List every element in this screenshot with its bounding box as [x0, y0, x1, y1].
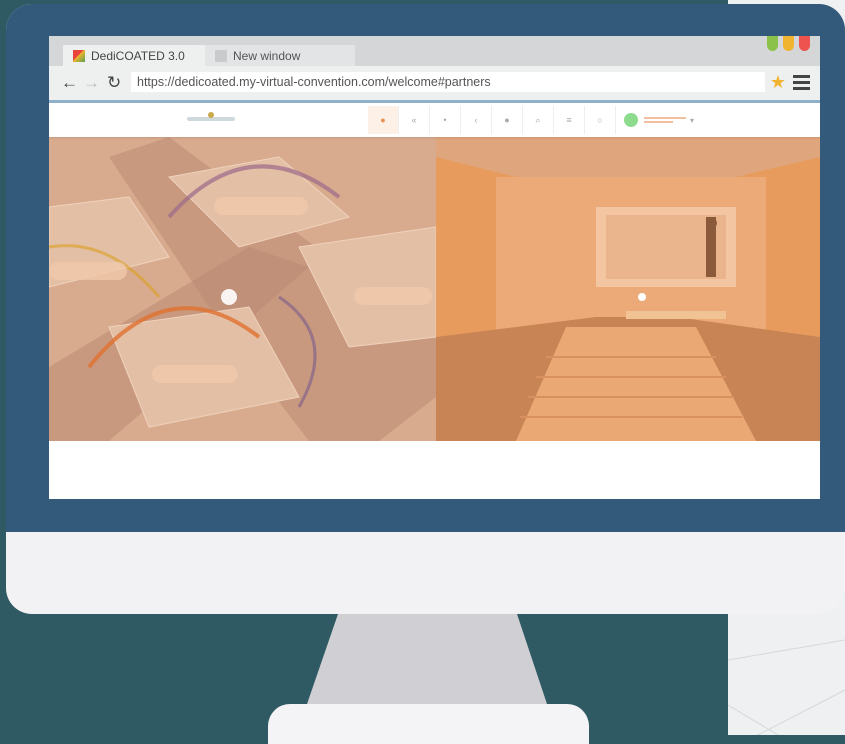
booth-label[interactable]	[49, 262, 127, 280]
user-name-placeholder	[644, 115, 686, 125]
tab-label: DediCOATED 3.0	[91, 48, 185, 63]
site-logo[interactable]	[187, 112, 235, 128]
maximize-button[interactable]	[767, 36, 778, 51]
site-favicon-icon	[73, 49, 85, 62]
close-button[interactable]	[799, 36, 810, 51]
reload-icon[interactable]: ↻	[107, 74, 121, 91]
nav-item-icon[interactable]: ‹	[461, 106, 492, 134]
auditorium-view[interactable]	[436, 137, 820, 441]
nav-search-icon[interactable]: ⌕	[523, 106, 554, 134]
tab-dedicoated[interactable]: DediCOATED 3.0	[63, 45, 217, 66]
booth-label[interactable]	[354, 287, 432, 305]
auditorium-illustration	[436, 137, 820, 441]
site-header: ● « • ‹ ● ⌕ ≡ ○ ▾	[49, 103, 820, 137]
monitor-stand-base	[268, 704, 589, 744]
tab-new-window[interactable]: New window	[205, 45, 355, 66]
arrow-left-icon[interactable]: ←	[61, 74, 78, 91]
nav-item-icon[interactable]: ○	[585, 106, 616, 134]
nav-item-icon[interactable]: •	[430, 106, 461, 134]
user-avatar	[624, 113, 638, 127]
web-page: ● « • ‹ ● ⌕ ≡ ○ ▾	[49, 103, 820, 499]
hamburger-menu-icon[interactable]	[793, 75, 810, 93]
address-bar: ← → ↻ https://dedicoated.my-virtual-conv…	[49, 66, 820, 103]
blank-favicon-icon	[215, 49, 227, 62]
window-controls	[767, 36, 810, 51]
browser-window: DediCOATED 3.0 New window ← → ↻ https://…	[49, 36, 820, 499]
booth-label[interactable]	[214, 197, 308, 215]
minimize-button[interactable]	[783, 36, 794, 51]
tab-bar: DediCOATED 3.0 New window	[49, 36, 820, 66]
url-field[interactable]: https://dedicoated.my-virtual-convention…	[131, 72, 765, 92]
nav-home-icon[interactable]: ●	[368, 106, 399, 134]
venue-map[interactable]	[49, 137, 436, 441]
stand-neck-shape	[307, 614, 547, 704]
booth-label[interactable]	[152, 365, 238, 383]
nav-item-icon[interactable]: «	[399, 106, 430, 134]
page-footer	[49, 441, 820, 499]
star-icon[interactable]: ★	[770, 72, 786, 92]
nav-item-icon[interactable]: ●	[492, 106, 523, 134]
tab-label: New window	[233, 48, 301, 63]
site-navigation: ● « • ‹ ● ⌕ ≡ ○ ▾	[368, 106, 694, 134]
logo-graphic	[187, 112, 235, 121]
user-menu[interactable]: ▾	[616, 106, 694, 134]
nav-item-icon[interactable]: ≡	[554, 106, 585, 134]
monitor: DediCOATED 3.0 New window ← → ↻ https://…	[6, 4, 845, 614]
arrow-right-icon[interactable]: →	[83, 74, 100, 91]
chevron-down-icon: ▾	[690, 115, 695, 125]
